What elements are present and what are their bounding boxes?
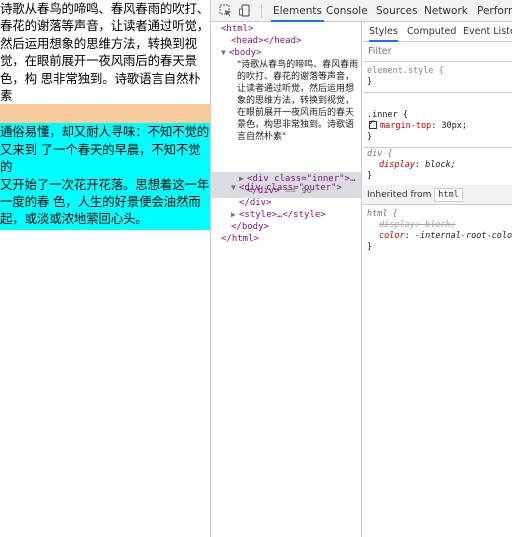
- tab-elements[interactable]: Elements: [271, 0, 324, 22]
- prop-display: display: block;: [379, 160, 456, 170]
- inherited-from-html-link[interactable]: html: [434, 188, 463, 202]
- styles-tabbar: Styles Computed Event Listene: [363, 22, 512, 42]
- node-div-inner-close[interactable]: </div> == $0: [247, 185, 312, 197]
- expand-triangle-icon[interactable]: ▼: [221, 47, 229, 59]
- node-div-inner[interactable]: ▶ <div class="inner">…: [239, 173, 355, 185]
- devtools-tabbar: Elements Console Sources Network Perform…: [211, 0, 512, 22]
- expand-triangle-icon[interactable]: ▼: [231, 182, 239, 194]
- node-body-open[interactable]: ▼ <body>: [221, 47, 262, 59]
- prop-display-struck: display: block;: [379, 220, 456, 230]
- styles-pane: Styles Computed Event Listene Filter ele…: [363, 22, 512, 537]
- device-toolbar-icon[interactable]: [239, 4, 252, 17]
- tab-sources[interactable]: Sources: [374, 0, 420, 22]
- node-body-close[interactable]: </body>: [231, 221, 269, 233]
- tab-computed[interactable]: Computed: [407, 22, 456, 42]
- page-preview: 诗歌从春鸟的啼鸣、春风春雨的吹打、 春花的谢落等声音，让读者通过听觉， 然后运用…: [0, 0, 210, 537]
- prop-color: color: -internal-root-color: [379, 231, 512, 241]
- property-checkbox[interactable]: [369, 118, 377, 129]
- collapse-triangle-icon[interactable]: ▶: [231, 209, 239, 221]
- styles-filter-input[interactable]: Filter: [363, 42, 512, 62]
- node-html-open[interactable]: <html>: [221, 23, 254, 35]
- tab-event-listeners[interactable]: Event Listene: [463, 22, 512, 42]
- margin-highlight: [0, 104, 210, 124]
- node-div-outer-close[interactable]: </div>: [239, 197, 272, 209]
- inherited-from-header: Inherited from html: [363, 185, 512, 205]
- inner-div-highlight: 通俗易懂，却又耐人寻味：不知不觉的 又来到 了一个春天的早晨，不知不觉的 又开始…: [0, 123, 210, 230]
- inspect-icon[interactable]: [219, 4, 232, 17]
- prop-margin-top[interactable]: margin-top: 30px;: [367, 118, 512, 132]
- tab-network[interactable]: Network: [422, 0, 470, 22]
- node-body-text[interactable]: "诗歌从春鸟的啼鸣、春风春雨的吹打、春花的谢落等声音，让读者通过听觉，然后运用想…: [237, 59, 359, 143]
- collapse-triangle-icon[interactable]: ▶: [239, 173, 247, 185]
- node-style[interactable]: ▶ <style>…</style>: [231, 209, 326, 221]
- tab-console[interactable]: Console: [324, 0, 370, 22]
- toolbar-divider: [261, 4, 262, 18]
- rule-div-user-agent[interactable]: div { display: block; }: [363, 146, 512, 187]
- tab-performance[interactable]: Performa: [475, 0, 512, 22]
- rule-element-style[interactable]: element.style { }: [363, 63, 512, 93]
- body-text: 诗歌从春鸟的啼鸣、春风春雨的吹打、 春花的谢落等声音，让读者通过听觉， 然后运用…: [0, 1, 210, 104]
- node-head[interactable]: <head></head>: [231, 35, 301, 47]
- node-html-close[interactable]: </html>: [221, 233, 259, 245]
- rule-inner[interactable]: .inner { margin-top: 30px; }: [363, 107, 512, 148]
- elements-tree: <html> <head></head> ▼ <body> "诗歌从春鸟的啼鸣、春…: [211, 22, 362, 537]
- tab-styles[interactable]: Styles: [369, 22, 398, 42]
- rule-html-user-agent[interactable]: html { display: block; color: -internal-…: [363, 206, 512, 257]
- devtools-panel: Elements Console Sources Network Perform…: [210, 0, 512, 537]
